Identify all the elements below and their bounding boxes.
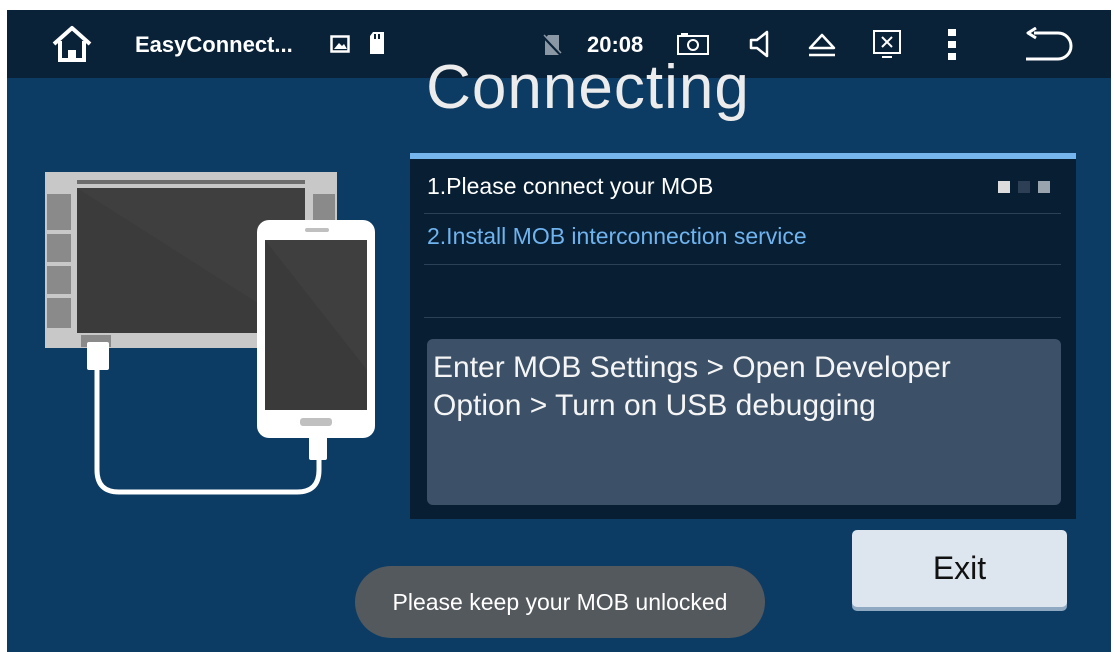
connecting-heading: Connecting: [426, 53, 750, 122]
eject-icon[interactable]: [805, 30, 839, 60]
step-2-label: 2.Install MOB interconnection service: [427, 223, 1061, 250]
image-icon: [329, 32, 351, 56]
progress-dot-3: [1038, 181, 1050, 193]
instruction-box: Enter MOB Settings > Open Developer Opti…: [427, 339, 1061, 505]
toast-message: Please keep your MOB unlocked: [355, 566, 765, 638]
app-title: EasyConnect...: [135, 32, 293, 57]
step-1-text: 1.Please connect your MOB: [427, 173, 714, 199]
step-1-label: 1.Please connect your MOB: [427, 173, 1061, 200]
divider: [424, 264, 1061, 265]
home-icon[interactable]: [47, 24, 97, 64]
easyconnect-screen: EasyConnect... 20:08 Connecting 1.Please…: [7, 10, 1111, 652]
progress-dots: [998, 181, 1050, 193]
connection-illustration: [43, 170, 383, 500]
sd-card-icon: [366, 30, 388, 56]
steps-panel: 1.Please connect your MOB 2.Install MOB …: [410, 153, 1076, 519]
instruction-text: Enter MOB Settings > Open Developer Opti…: [433, 351, 951, 422]
close-window-icon[interactable]: [871, 28, 903, 60]
divider: [424, 213, 1061, 214]
divider: [424, 317, 1061, 318]
progress-dot-1: [998, 181, 1010, 193]
step-2-text: 2.Install MOB interconnection service: [427, 223, 807, 249]
back-icon[interactable]: [1021, 26, 1077, 62]
progress-dot-2: [1018, 181, 1030, 193]
more-icon[interactable]: [941, 26, 963, 62]
exit-button[interactable]: Exit: [852, 530, 1067, 607]
